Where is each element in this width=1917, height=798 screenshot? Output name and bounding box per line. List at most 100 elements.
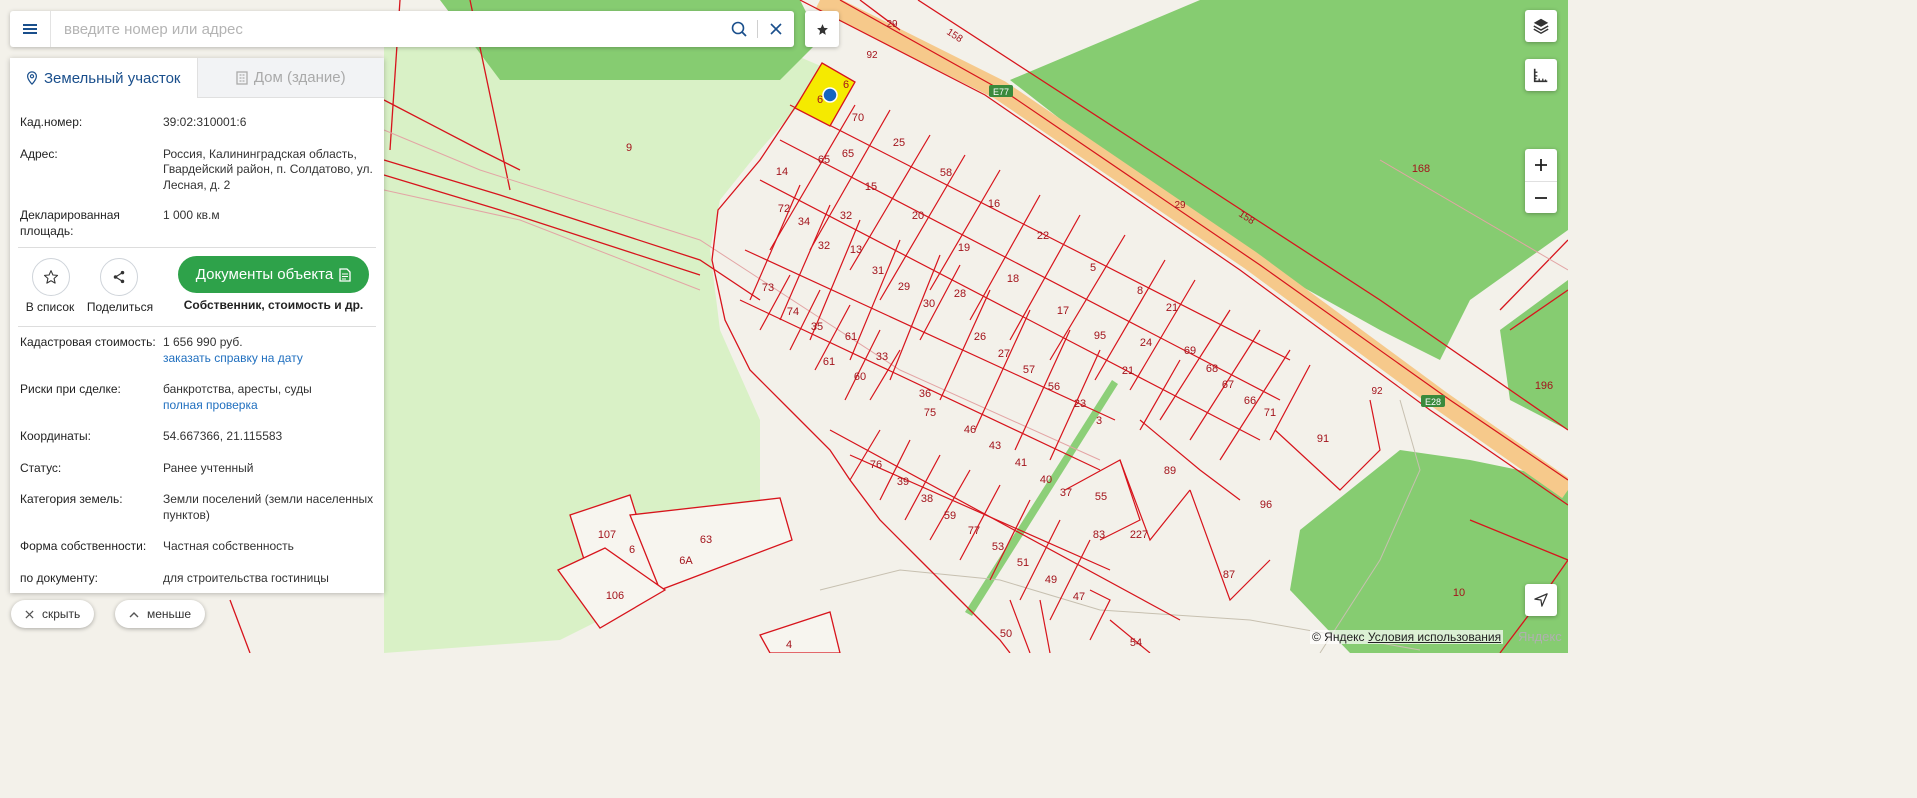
hide-button[interactable]: скрыть xyxy=(11,600,95,628)
parcel-number-label: 107 xyxy=(598,529,616,541)
parcel-number-label: 40 xyxy=(1040,474,1052,486)
coordinates-label: Координаты: xyxy=(20,429,91,443)
ownership-value: Частная собственность xyxy=(163,539,294,553)
address-row: Адрес: Россия, Калининградская область, … xyxy=(10,147,384,194)
svg-text:E77: E77 xyxy=(993,87,1009,97)
zoom-in-button[interactable] xyxy=(1525,149,1557,182)
share-button[interactable] xyxy=(100,258,138,296)
parcel-number-label: 6 xyxy=(843,79,849,91)
parcel-number-label: 106 xyxy=(606,590,624,602)
parcel-number-label: 13 xyxy=(850,244,862,256)
tab-land-plot[interactable]: Земельный участок xyxy=(10,58,197,98)
category-value: Земли поселений (земли населенных пункто… xyxy=(163,492,374,522)
star-outline-icon xyxy=(43,270,59,284)
parcel-number-label: 39 xyxy=(897,476,909,488)
parcel-number-label: 29 xyxy=(898,281,910,293)
search-icon[interactable] xyxy=(721,11,757,47)
less-button[interactable]: меньше xyxy=(115,600,206,628)
share-label: Поделиться xyxy=(86,300,154,314)
parcel-number-label: 6 xyxy=(817,94,823,106)
close-icon[interactable] xyxy=(758,11,794,47)
geolocation-button[interactable] xyxy=(1525,584,1557,616)
status-label: Статус: xyxy=(20,460,62,475)
building-icon xyxy=(236,70,248,85)
action-bar: В список Поделиться Документы объекта Со… xyxy=(10,248,384,318)
category-row: Категория земель: Земли поселений (земли… xyxy=(10,492,384,523)
ruler-button[interactable] xyxy=(1525,59,1557,91)
cad-number-value[interactable]: 39:02:310001:6 xyxy=(163,115,374,131)
parcel-number-label: 37 xyxy=(1060,487,1072,499)
search-input[interactable] xyxy=(51,12,721,46)
parcel-number-label: 49 xyxy=(1045,574,1057,586)
parcel-number-label: 47 xyxy=(1073,591,1085,603)
area-value: 1 000 кв.м xyxy=(163,208,220,222)
tab-land-plot-label: Земельный участок xyxy=(43,69,181,87)
parcel-number-label: 196 xyxy=(1535,380,1553,392)
area-label: Декларированная площадь: xyxy=(20,208,120,238)
ruler-icon xyxy=(1533,68,1548,83)
parcel-number-label: 18 xyxy=(1007,273,1019,285)
parcel-number-label: 96 xyxy=(1260,499,1272,511)
risks-row: Риски при сделке: банкротства, аресты, с… xyxy=(10,382,384,413)
parcel-number-label: 32 xyxy=(840,210,852,222)
zoom-out-button[interactable] xyxy=(1525,182,1557,214)
parcel-number-label: 65 xyxy=(842,148,854,160)
parcel-number-label: 5 xyxy=(1090,262,1096,274)
full-check-link[interactable]: полная проверка xyxy=(163,398,374,414)
highway-shield-e28: E28 xyxy=(1421,395,1445,407)
parcel-number-label: 89 xyxy=(1164,465,1176,477)
parcel-number-label: 25 xyxy=(893,137,905,149)
panel-tabs: Земельный участок Дом (здание) xyxy=(10,58,384,98)
yandex-logo: Яндекс xyxy=(1518,629,1562,644)
documents-button[interactable]: Документы объекта xyxy=(178,256,369,293)
tab-building[interactable]: Дом (здание) xyxy=(196,58,384,98)
parcel-number-label: 6 xyxy=(629,544,635,556)
parcel-number-label: 21 xyxy=(1166,302,1178,314)
map-pin-icon xyxy=(26,71,37,85)
terms-of-use-link[interactable]: Условия использования xyxy=(1368,630,1501,644)
parcel-number-label: 26 xyxy=(974,331,986,343)
parcel-number-label: 67 xyxy=(1222,379,1234,391)
parcel-number-label: 61 xyxy=(823,356,835,368)
parcel-number-label: 8 xyxy=(1137,285,1143,297)
ownership-row: Форма собственности: Частная собственнос… xyxy=(10,539,384,555)
parcel-number-label: 68 xyxy=(1206,363,1218,375)
parcel-number-label: 63 xyxy=(700,534,712,546)
status-row: Статус: Ранее учтенный xyxy=(10,461,384,477)
parcel-number-label: 21 xyxy=(1122,365,1134,377)
parcel-number-label: 75 xyxy=(924,407,936,419)
parcel-number-label: 19 xyxy=(958,242,970,254)
parcel-number-label: 51 xyxy=(1017,557,1029,569)
status-value: Ранее учтенный xyxy=(163,460,254,475)
parcel-number-label: 3 xyxy=(1096,415,1102,427)
parcel-number-label: 227 xyxy=(1130,529,1148,541)
order-statement-link[interactable]: заказать справку на дату xyxy=(163,351,374,367)
parcel-number-label: 23 xyxy=(1074,398,1086,410)
favorites-button[interactable] xyxy=(805,11,839,47)
parcel-number-label: 73 xyxy=(762,282,774,294)
parcel-number-label: 14 xyxy=(776,166,788,178)
parcel-number-label: 4 xyxy=(786,639,792,651)
parcel-number-label: 30 xyxy=(923,298,935,310)
parcel-number-label: 34 xyxy=(798,216,810,228)
purpose-value: для строительства гостиницы xyxy=(163,570,329,585)
plus-icon xyxy=(1535,159,1547,171)
layers-button[interactable] xyxy=(1525,10,1557,42)
add-to-list-button[interactable] xyxy=(32,258,70,296)
parcel-number-label: 59 xyxy=(944,510,956,522)
parcel-number-label: 56 xyxy=(1048,381,1060,393)
parcel-number-label: 20 xyxy=(912,210,924,222)
parcel-number-label: 17 xyxy=(1057,305,1069,317)
parcel-number-label: 50 xyxy=(1000,628,1012,640)
layers-icon xyxy=(1533,18,1549,35)
copyright-text: © Яндекс xyxy=(1312,630,1365,644)
cad-number-row: Кад.номер: 39:02:310001:6 xyxy=(10,115,384,131)
highway-shield-e77: E77 xyxy=(989,85,1013,97)
svg-text:29: 29 xyxy=(1174,200,1186,211)
cost-label: Кадастровая стоимость: xyxy=(20,335,156,349)
parcel-number-label: 24 xyxy=(1140,337,1152,349)
documents-button-label: Документы объекта xyxy=(195,266,334,283)
cad-number-label: Кад.номер: xyxy=(20,115,83,129)
selected-marker xyxy=(822,87,838,103)
menu-button[interactable] xyxy=(10,11,51,47)
